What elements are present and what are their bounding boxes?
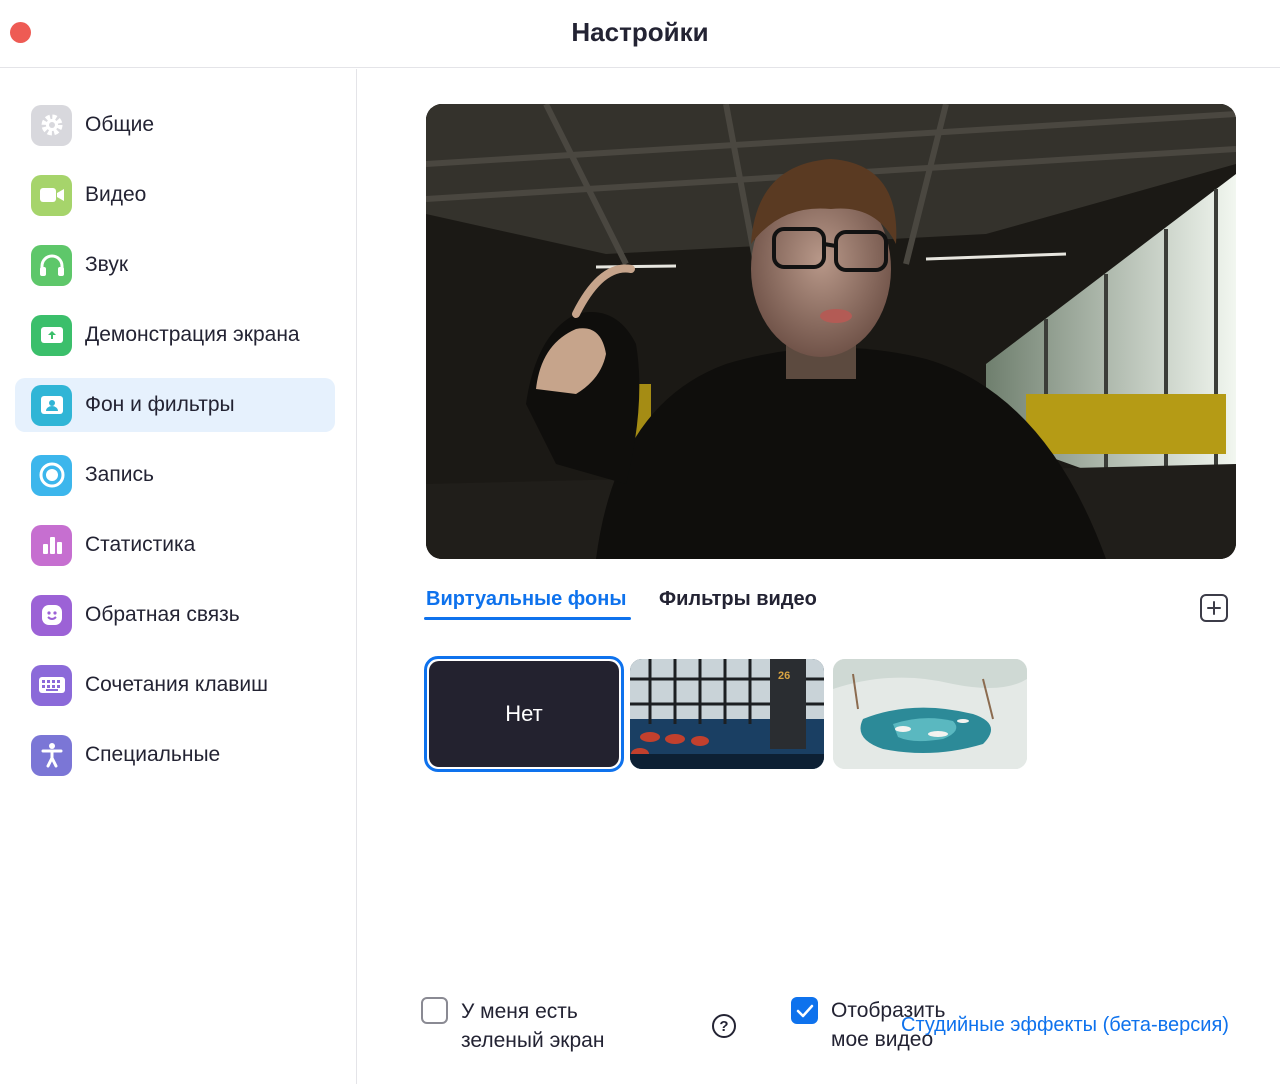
sidebar-item-label: Специальные [85,743,221,766]
sidebar-item-label: Звук [85,253,129,276]
sidebar-item-label: Видео [85,183,147,206]
sidebar-item-accessibility[interactable]: Специальные [15,728,335,782]
svg-text:26: 26 [778,670,790,682]
gear-icon [31,104,72,146]
active-tab-indicator [424,617,631,620]
sidebar-item-label: Фон и фильтры [85,393,235,416]
sidebar-item-feedback[interactable]: Обратная связь [15,588,335,642]
sidebar-item-label: Запись [85,463,154,486]
help-icon[interactable]: ? [712,1014,736,1038]
sidebar-item-background-filters[interactable]: Фон и фильтры [15,378,335,432]
background-thumbnail-none[interactable]: Нет [424,656,624,772]
camera-preview [426,104,1236,559]
sidebar-item-audio[interactable]: Звук [15,238,335,292]
share-screen-icon [31,314,72,356]
sidebar-item-recording[interactable]: Запись [15,448,335,502]
sidebar-item-label: Статистика [85,533,196,556]
headphones-icon [31,244,72,286]
video-camera-icon [31,174,72,216]
title-bar: Настройки [0,0,1280,68]
sidebar-item-label: Общие [85,113,155,136]
mirror-video-checkbox[interactable] [791,997,818,1024]
green-screen-checkbox[interactable] [421,997,448,1024]
window-title: Настройки [571,17,709,47]
tab-virtual-backgrounds[interactable]: Виртуальные фоны [426,588,626,611]
sidebar-item-video[interactable]: Видео [15,168,335,222]
background-thumbnail-winter-painting[interactable] [833,659,1027,769]
sidebar-item-label: Демонстрация экрана [85,323,300,346]
smiley-icon [31,594,72,636]
sidebar-item-general[interactable]: Общие [15,98,335,152]
checkmark-icon [796,1004,813,1017]
studio-effects-link[interactable]: Студийные эффекты (бета-версия) [901,1014,1229,1037]
background-portrait-icon [31,384,72,426]
background-none-label: Нет [429,661,619,767]
keyboard-icon [31,664,72,706]
background-thumbnail-airport[interactable]: 26 [630,659,824,769]
green-screen-label: У меня есть зеленый экран [461,1000,605,1052]
sidebar-item-label: Обратная связь [85,603,240,626]
sidebar-item-share-screen[interactable]: Демонстрация экрана [15,308,335,362]
sidebar-item-keyboard-shortcuts[interactable]: Сочетания клавиш [15,658,335,712]
tab-video-filters[interactable]: Фильтры видео [659,588,817,611]
sidebar-item-statistics[interactable]: Статистика [15,518,335,572]
bar-chart-icon [31,524,72,566]
add-background-button[interactable] [1200,594,1228,622]
record-icon [31,454,72,496]
settings-sidebar: Общие Видео Звук Демонстрация экрана Фон… [0,69,357,1084]
sidebar-item-label: Сочетания клавиш [85,673,268,696]
accessibility-icon [31,734,72,776]
plus-icon [1207,601,1221,615]
